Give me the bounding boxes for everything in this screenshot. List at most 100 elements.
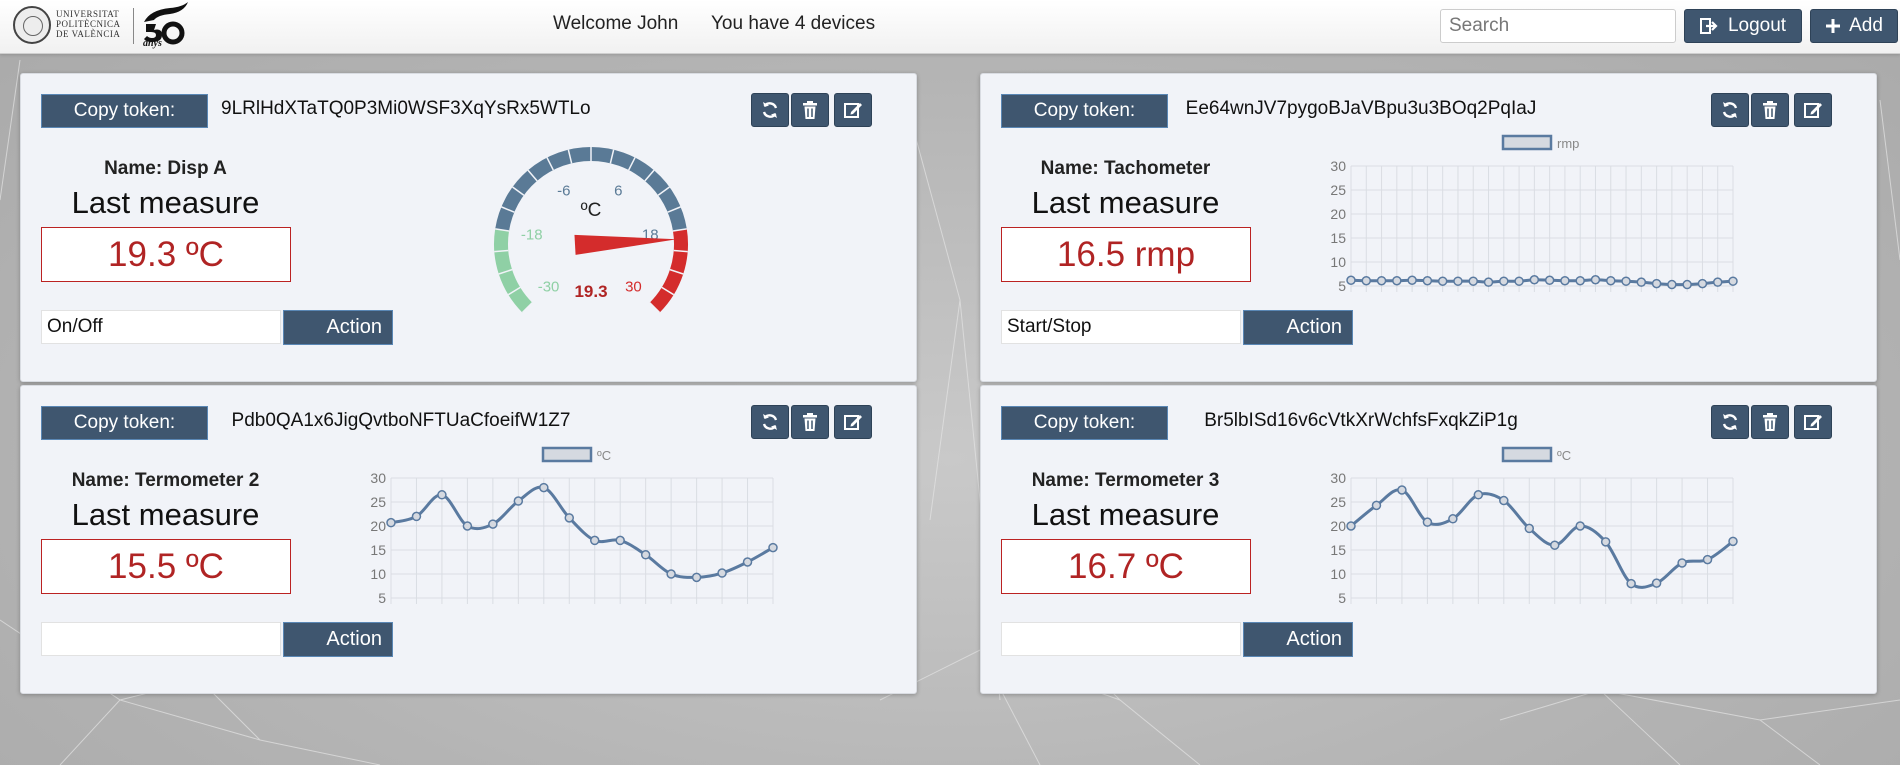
action-input[interactable] <box>1001 310 1241 344</box>
device-token: 9LRlHdXTaTQ0P3Mi0WSF3XqYsRx5WTLo <box>221 98 591 119</box>
logout-button[interactable]: Logout <box>1684 9 1802 43</box>
logo-line-1: UNIVERSITAT <box>56 9 120 19</box>
action-input[interactable] <box>41 310 281 344</box>
action-input[interactable] <box>41 622 281 656</box>
copy-token-button[interactable]: Copy token: <box>41 406 208 440</box>
data-point <box>1371 500 1382 511</box>
data-point <box>1468 276 1478 286</box>
search-input[interactable] <box>1440 9 1676 43</box>
data-point <box>1361 275 1372 286</box>
trash-icon <box>803 413 817 431</box>
copy-token-button[interactable]: Copy token: <box>41 94 208 128</box>
edit-button[interactable] <box>1794 405 1832 439</box>
gauge-unit-label: ºC <box>581 200 602 221</box>
data-point <box>1728 536 1738 547</box>
edit-button[interactable] <box>834 405 872 439</box>
y-tick-label: 10 <box>1330 566 1346 582</box>
add-device-button[interactable]: Add <box>1810 9 1898 43</box>
data-point <box>691 572 702 583</box>
y-tick-label: 30 <box>1330 470 1346 486</box>
last-measure-label: Last measure <box>1031 497 1220 532</box>
measure-value: 16.5 rmp <box>1001 227 1251 282</box>
y-tick-label: 10 <box>1330 254 1346 270</box>
data-point <box>1422 275 1433 286</box>
logout-label: Logout <box>1727 15 1787 36</box>
y-tick-label: 5 <box>378 590 386 606</box>
data-point <box>1697 278 1708 289</box>
data-point <box>1590 275 1601 285</box>
data-point <box>742 557 753 567</box>
copy-token-button[interactable]: Copy token: <box>1001 94 1168 128</box>
logo-line-3: DE VALÈNCIA <box>56 29 121 39</box>
data-point <box>1712 277 1723 287</box>
y-tick-label: 25 <box>1330 494 1346 510</box>
series-line <box>390 485 774 579</box>
edit-icon <box>844 415 862 430</box>
gauge-tick-label: -18 <box>521 227 543 244</box>
refresh-button[interactable] <box>751 93 789 127</box>
device-name: Name: Tachometer <box>1040 158 1211 179</box>
action-button[interactable]: Action <box>283 310 393 345</box>
data-point <box>1600 537 1611 547</box>
gauge-tick-label: 30 <box>625 278 642 295</box>
action-button[interactable]: Action <box>1243 622 1353 657</box>
action-input[interactable] <box>1001 622 1241 656</box>
refresh-icon <box>1722 414 1738 430</box>
plus-icon <box>1826 19 1841 33</box>
refresh-button[interactable] <box>751 405 789 439</box>
edit-button[interactable] <box>834 93 872 127</box>
data-point <box>386 517 396 528</box>
refresh-button[interactable] <box>1711 93 1749 127</box>
data-point <box>411 511 422 522</box>
data-point <box>1682 279 1692 290</box>
edit-button[interactable] <box>1794 93 1832 127</box>
measure-line-chart: ºC 30 25 20 15 10 5 <box>370 446 778 606</box>
trash-icon <box>803 101 817 119</box>
data-point <box>1575 275 1585 286</box>
y-tick-label: 20 <box>1330 206 1346 222</box>
last-measure-label: Last measure <box>71 185 260 220</box>
delete-button[interactable] <box>791 405 829 439</box>
action-button[interactable]: Action <box>283 622 393 657</box>
device-token: Pdb0QA1x6JigQvtboNFTUaCfoeifW1Z7 <box>231 410 571 431</box>
data-point <box>1544 275 1555 285</box>
last-measure-label: Last measure <box>1031 185 1220 220</box>
delete-button[interactable] <box>791 93 829 127</box>
y-tick-label: 30 <box>370 470 386 486</box>
device-name: Name: Disp A <box>104 158 227 179</box>
refresh-button[interactable] <box>1711 405 1749 439</box>
data-point <box>589 535 600 546</box>
data-point <box>539 482 549 493</box>
data-point <box>1453 276 1463 286</box>
data-point <box>1621 276 1631 286</box>
data-point <box>1626 578 1636 589</box>
device-name: Name: Termometer 3 <box>1031 470 1220 491</box>
gauge-tick-label: -6 <box>557 183 570 200</box>
action-button[interactable]: Action <box>1243 310 1353 345</box>
delete-button[interactable] <box>1751 93 1789 127</box>
logo-line-2: POLITÈCNICA <box>56 19 121 29</box>
legend-label: ºC <box>597 448 611 463</box>
data-point <box>1397 485 1407 495</box>
data-point <box>1473 490 1484 500</box>
legend-label: rmp <box>1557 136 1579 151</box>
copy-token-button[interactable]: Copy token: <box>1001 406 1168 440</box>
last-measure-label: Last measure <box>71 497 260 532</box>
measure-value: 16.7 ºC <box>1001 539 1251 594</box>
y-tick-label: 15 <box>370 542 386 558</box>
data-point <box>1636 277 1647 287</box>
edit-icon <box>1804 103 1822 118</box>
data-point <box>1483 277 1494 287</box>
data-point <box>1549 540 1560 550</box>
data-point <box>564 513 575 523</box>
edit-icon <box>1804 415 1822 430</box>
delete-button[interactable] <box>1751 405 1789 439</box>
y-tick-label: 20 <box>1330 518 1346 534</box>
data-point <box>1422 517 1433 527</box>
series-line <box>1350 488 1734 589</box>
add-label: Add <box>1849 15 1883 36</box>
trash-icon <box>1763 413 1777 431</box>
y-tick-label: 5 <box>1338 278 1346 294</box>
gauge-needle <box>574 234 677 255</box>
data-point <box>1651 278 1662 289</box>
